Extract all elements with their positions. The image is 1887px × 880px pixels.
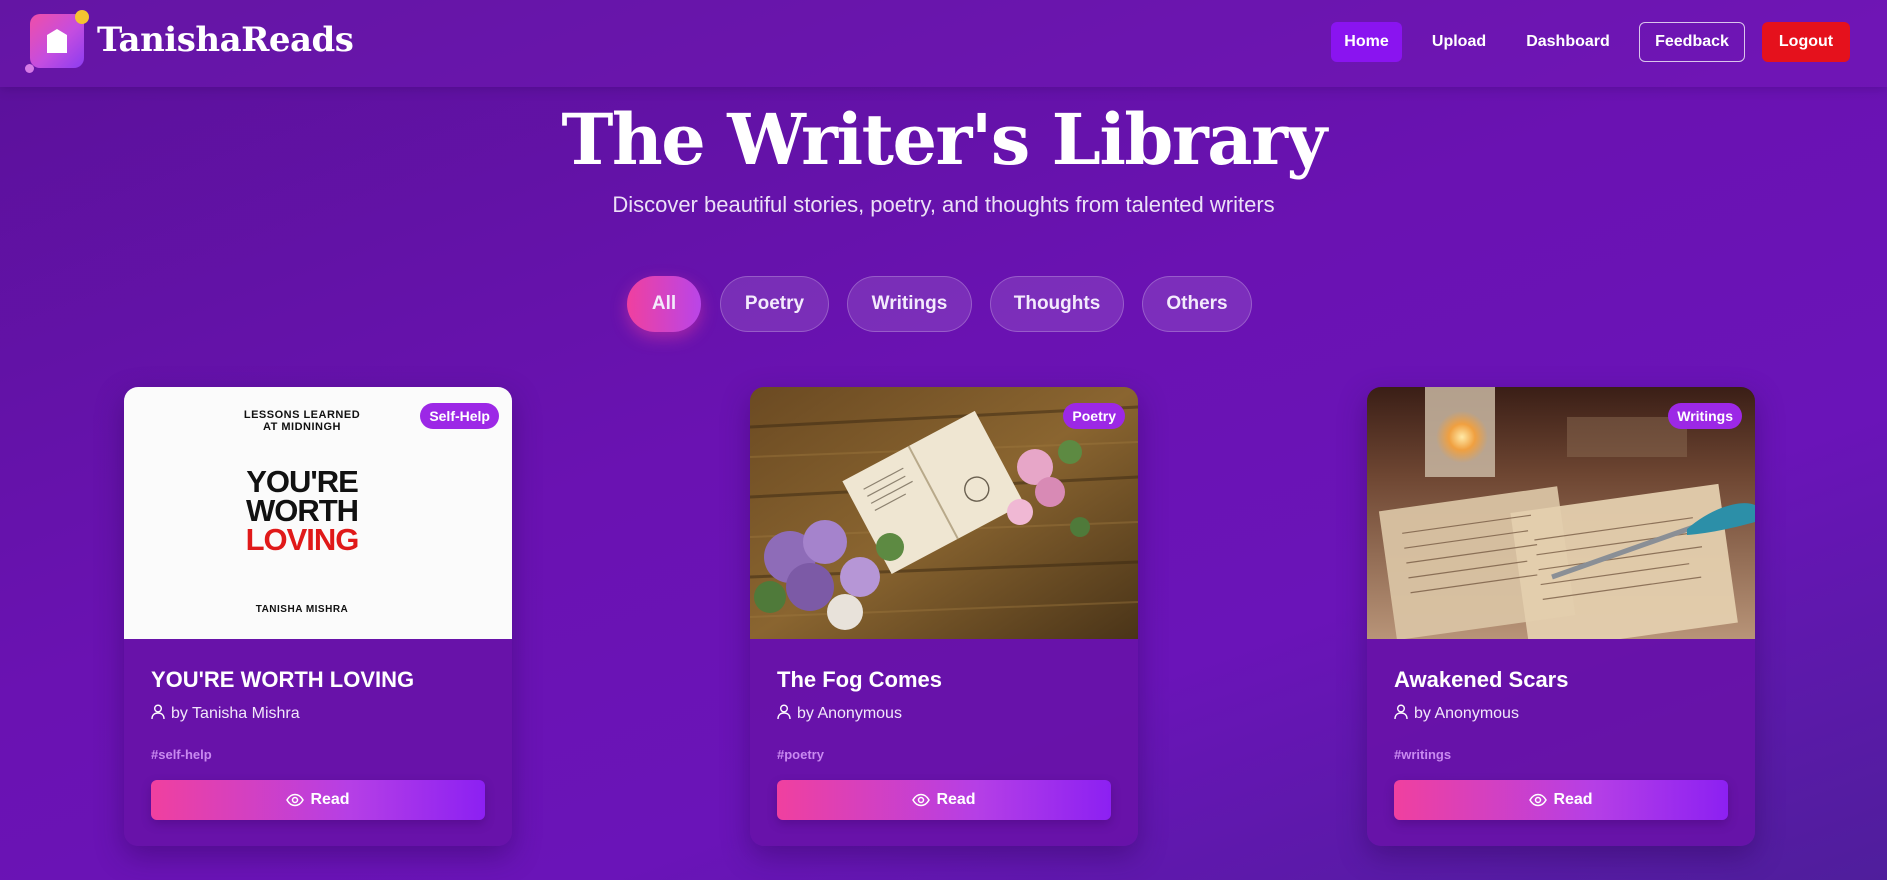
- card-author: by Anonymous: [777, 704, 902, 723]
- top-navbar: TanishaReads Home Upload Dashboard Feedb…: [0, 0, 1887, 87]
- book-card[interactable]: Poetry The Fog Comes by Anonymous #poetr…: [750, 387, 1138, 846]
- card-title: YOU'RE WORTH LOVING: [151, 667, 415, 692]
- card-tag[interactable]: #self-help: [151, 747, 212, 762]
- category-badge: Writings: [1668, 403, 1742, 429]
- page-subtitle: Discover beautiful stories, poetry, and …: [612, 192, 1275, 217]
- brand-name[interactable]: TanishaReads: [97, 20, 354, 60]
- category-badge: Poetry: [1063, 403, 1125, 429]
- card-author: by Tanisha Mishra: [151, 704, 300, 723]
- card-tag[interactable]: #writings: [1394, 747, 1451, 762]
- read-button[interactable]: Read: [777, 780, 1111, 820]
- read-button[interactable]: Read: [151, 780, 485, 820]
- logo[interactable]: [30, 14, 84, 68]
- filter-others[interactable]: Others: [1142, 276, 1252, 332]
- logo-accent-dot: [75, 10, 89, 24]
- eye-icon: [286, 793, 305, 807]
- nav-upload-link[interactable]: Upload: [1420, 22, 1498, 62]
- nav-home-button[interactable]: Home: [1331, 22, 1402, 62]
- category-badge: Self-Help: [420, 403, 499, 429]
- eye-icon: [912, 793, 931, 807]
- book-cover-image[interactable]: Poetry: [750, 387, 1138, 639]
- read-button[interactable]: Read: [1394, 780, 1728, 820]
- page-title: The Writer's Library: [561, 98, 1327, 181]
- nav-dashboard-link[interactable]: Dashboard: [1516, 22, 1620, 62]
- user-icon: [1394, 704, 1408, 720]
- feedback-button[interactable]: Feedback: [1639, 22, 1745, 62]
- filter-poetry[interactable]: Poetry: [720, 276, 829, 332]
- house-icon: [47, 29, 67, 53]
- filter-all[interactable]: All: [627, 276, 701, 332]
- card-author: by Anonymous: [1394, 704, 1519, 723]
- book-cover-image[interactable]: LESSONS LEARNED AT MIDNINGH YOU'RE WORTH…: [124, 387, 512, 639]
- user-icon: [777, 704, 791, 720]
- logo-accent-dot-small: [25, 64, 34, 73]
- cover-author: TANISHA MISHRA: [255, 604, 349, 615]
- filter-thoughts[interactable]: Thoughts: [990, 276, 1124, 332]
- book-card[interactable]: LESSONS LEARNED AT MIDNINGH YOU'RE WORTH…: [124, 387, 512, 846]
- user-icon: [151, 704, 165, 720]
- filter-writings[interactable]: Writings: [847, 276, 972, 332]
- book-card[interactable]: Writings Awakened Scars by Anonymous #wr…: [1367, 387, 1755, 846]
- eye-icon: [1529, 793, 1548, 807]
- logout-button[interactable]: Logout: [1762, 22, 1850, 62]
- book-cover-image[interactable]: Writings: [1367, 387, 1755, 639]
- card-title: The Fog Comes: [777, 667, 943, 692]
- cover-title: YOU'RE WORTH LOVING: [245, 464, 360, 557]
- card-title: Awakened Scars: [1394, 667, 1569, 692]
- card-tag[interactable]: #poetry: [777, 747, 824, 762]
